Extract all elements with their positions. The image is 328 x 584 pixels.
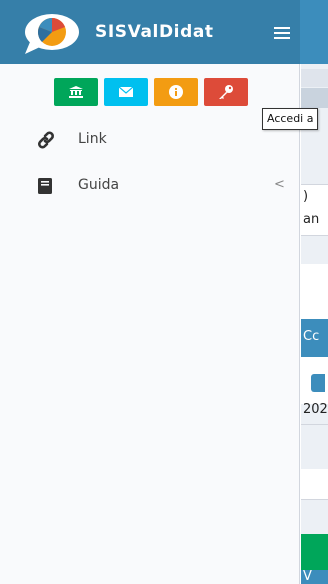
brand-area[interactable]: SISValDidat [0, 0, 300, 64]
tooltip: Accedi a [262, 108, 319, 130]
peek-divider [301, 424, 328, 425]
peek-banner [301, 69, 328, 87]
quick-buttons [54, 78, 248, 106]
info-button[interactable] [154, 78, 198, 106]
hamburger-icon[interactable] [270, 22, 294, 44]
brand-name: SISValDidat [95, 22, 214, 42]
book-icon [36, 177, 56, 195]
institution-button[interactable] [54, 78, 98, 106]
peek-banner [301, 88, 328, 108]
page-content-peek: ) an Cc 202 V [301, 64, 328, 584]
app-root: SISValDidat Link Guida <) an Cc 202 V A… [0, 0, 328, 584]
peek-fragment: 202 [303, 402, 328, 417]
sidebar: Link Guida < [0, 64, 300, 584]
top-header: SISValDidat [0, 0, 328, 64]
sidebar-item-link[interactable]: Link [0, 118, 300, 162]
sidebar-item-guida[interactable]: Guida < [0, 164, 300, 208]
institution-icon [69, 86, 83, 98]
info-circle-icon [169, 85, 183, 99]
peek-fragment: an [303, 212, 320, 227]
chevron-left-icon[interactable]: < [274, 177, 285, 192]
peek-fragment: ) [303, 189, 309, 204]
link-icon [36, 131, 56, 149]
peek-green-box [301, 534, 328, 572]
key-button[interactable] [204, 78, 248, 106]
pie-chart-logo [22, 12, 84, 56]
sidebar-item-label: Link [78, 131, 107, 147]
envelope-button[interactable] [104, 78, 148, 106]
peek-fragment: Cc [303, 329, 320, 344]
key-icon [219, 85, 233, 99]
peek-fragment: V [303, 569, 312, 584]
envelope-icon [119, 87, 133, 97]
sidebar-item-label: Guida [78, 177, 120, 193]
peek-box [301, 469, 328, 500]
peek-pill [311, 374, 325, 392]
